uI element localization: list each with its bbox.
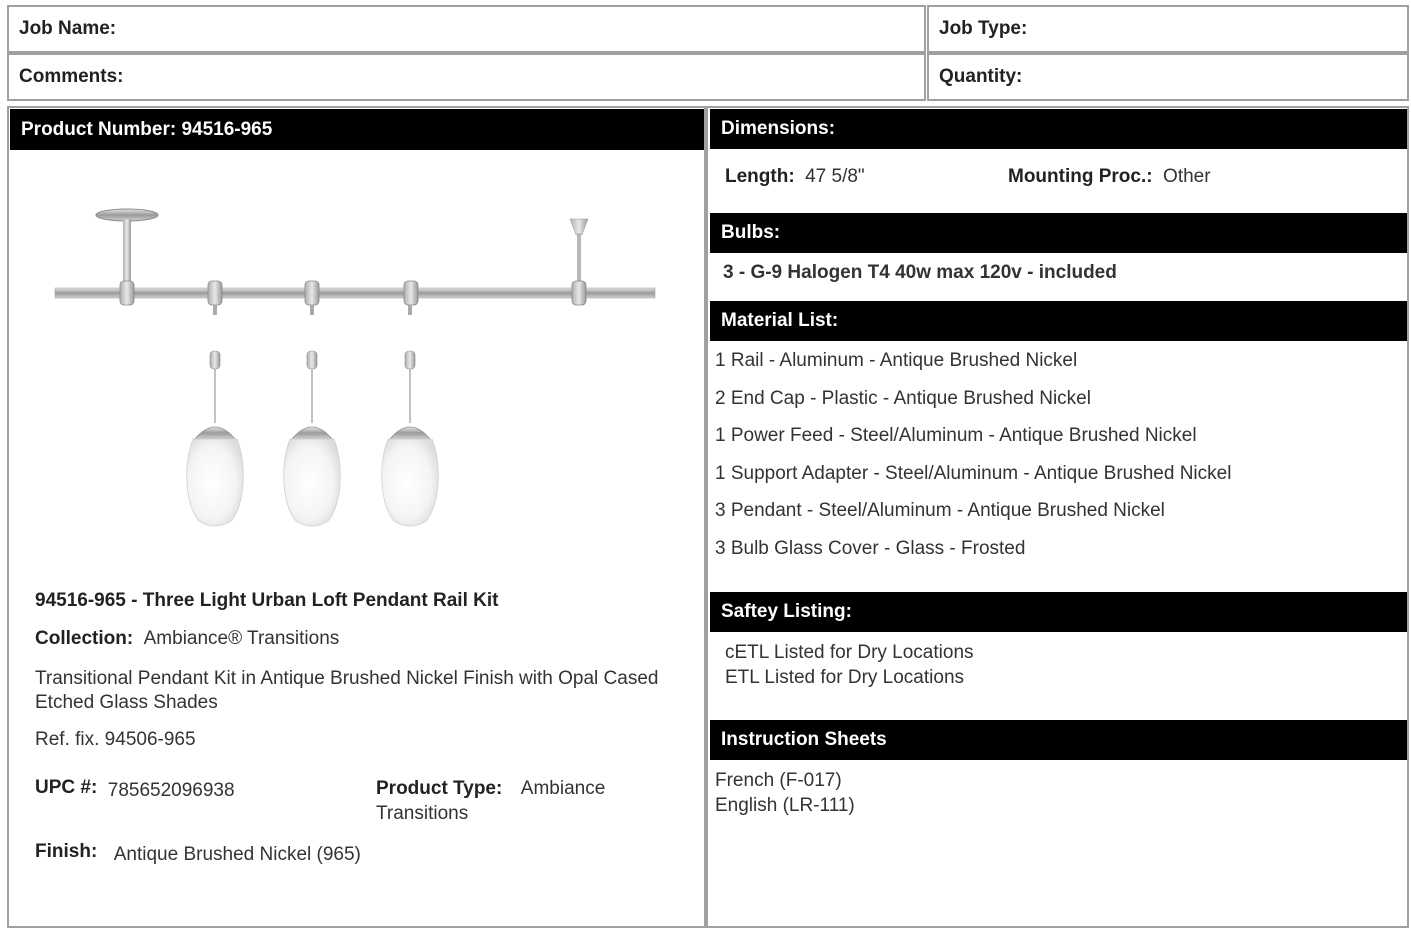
finish-value: Antique Brushed Nickel (965) bbox=[113, 844, 361, 865]
material-item: 1 Support Adapter - Steel/Aluminum - Ant… bbox=[715, 462, 1232, 484]
mounting-value: Other bbox=[1163, 166, 1211, 187]
comments-cell: Comments: bbox=[7, 53, 926, 101]
job-type-cell: Job Type: bbox=[927, 5, 1409, 53]
instruction-sheet-english-link[interactable]: English (LR-111) bbox=[715, 794, 1395, 819]
material-list-header-text: Material List: bbox=[721, 310, 839, 331]
length-value: 47 5/8" bbox=[805, 166, 865, 187]
length-row: Length: 47 5/8" bbox=[725, 166, 995, 188]
material-item: 2 End Cap - Plastic - Antique Brushed Ni… bbox=[715, 387, 1091, 409]
material-list: 1 Rail - Aluminum - Antique Brushed Nick… bbox=[715, 350, 1405, 575]
dimensions-header-text: Dimensions: bbox=[721, 118, 836, 139]
product-type-row: Product Type: Ambiance Transitions bbox=[376, 777, 696, 827]
collection-value: Ambiance® Transitions bbox=[143, 628, 340, 649]
product-number-text: Product Number: 94516-965 bbox=[21, 118, 273, 140]
upc-row: UPC #: 785652096938 bbox=[35, 777, 375, 801]
instruction-sheet-french-link[interactable]: French (F-017) bbox=[715, 769, 1395, 794]
safety-listing-header: Saftey Listing: bbox=[710, 592, 1407, 632]
finish-row: Finish: Antique Brushed Nickel (965) bbox=[35, 841, 695, 865]
product-image bbox=[54, 208, 656, 527]
collection-row: Collection: Ambiance® Transitions bbox=[35, 628, 695, 650]
mounting-row: Mounting Proc.: Other bbox=[1008, 166, 1398, 188]
bulbs-header-text: Bulbs: bbox=[721, 222, 781, 243]
material-item: 1 Power Feed - Steel/Aluminum - Antique … bbox=[715, 425, 1197, 446]
comments-label: Comments: bbox=[19, 66, 124, 87]
length-label: Length: bbox=[725, 166, 795, 187]
material-list-header: Material List: bbox=[710, 301, 1407, 341]
dimensions-header: Dimensions: bbox=[710, 109, 1407, 149]
product-type-value-2: Transitions bbox=[376, 803, 469, 824]
safety-item: ETL Listed for Dry Locations bbox=[725, 666, 965, 688]
job-type-label: Job Type: bbox=[939, 18, 1028, 39]
bulbs-header: Bulbs: bbox=[710, 213, 1407, 253]
collection-label: Collection: bbox=[35, 628, 134, 649]
quantity-label: Quantity: bbox=[939, 66, 1023, 87]
instruction-sheets-header-text: Instruction Sheets bbox=[721, 729, 887, 750]
product-title: 94516-965 - Three Light Urban Loft Penda… bbox=[35, 590, 499, 611]
finish-label: Finish: bbox=[35, 841, 98, 862]
job-name-cell: Job Name: bbox=[7, 5, 926, 53]
mounting-label: Mounting Proc.: bbox=[1008, 166, 1153, 187]
bulbs-value: 3 - G-9 Halogen T4 40w max 120v - includ… bbox=[723, 262, 1117, 283]
product-type-value-1: Ambiance bbox=[520, 778, 606, 799]
safety-list: cETL Listed for Dry Locations ETL Listed… bbox=[725, 641, 1395, 690]
product-number-header: Product Number: 94516-965 bbox=[10, 109, 704, 150]
product-description: Transitional Pendant Kit in Antique Brus… bbox=[35, 668, 659, 713]
material-item: 1 Rail - Aluminum - Antique Brushed Nick… bbox=[715, 350, 1078, 371]
quantity-cell: Quantity: bbox=[927, 53, 1409, 101]
safety-listing-header-text: Saftey Listing: bbox=[721, 601, 852, 622]
job-name-label: Job Name: bbox=[19, 18, 117, 39]
product-type-label: Product Type: bbox=[376, 778, 503, 799]
instruction-sheets-header: Instruction Sheets bbox=[710, 720, 1407, 760]
safety-item: cETL Listed for Dry Locations bbox=[725, 642, 974, 663]
ref-fixture: Ref. fix. 94506-965 bbox=[35, 729, 196, 750]
upc-label: UPC #: bbox=[35, 777, 98, 798]
upc-value: 785652096938 bbox=[107, 780, 235, 801]
instruction-list: French (F-017) English (LR-111) bbox=[715, 769, 1395, 818]
material-item: 3 Bulb Glass Cover - Glass - Frosted bbox=[715, 537, 1026, 559]
material-item: 3 Pendant - Steel/Aluminum - Antique Bru… bbox=[715, 500, 1165, 521]
